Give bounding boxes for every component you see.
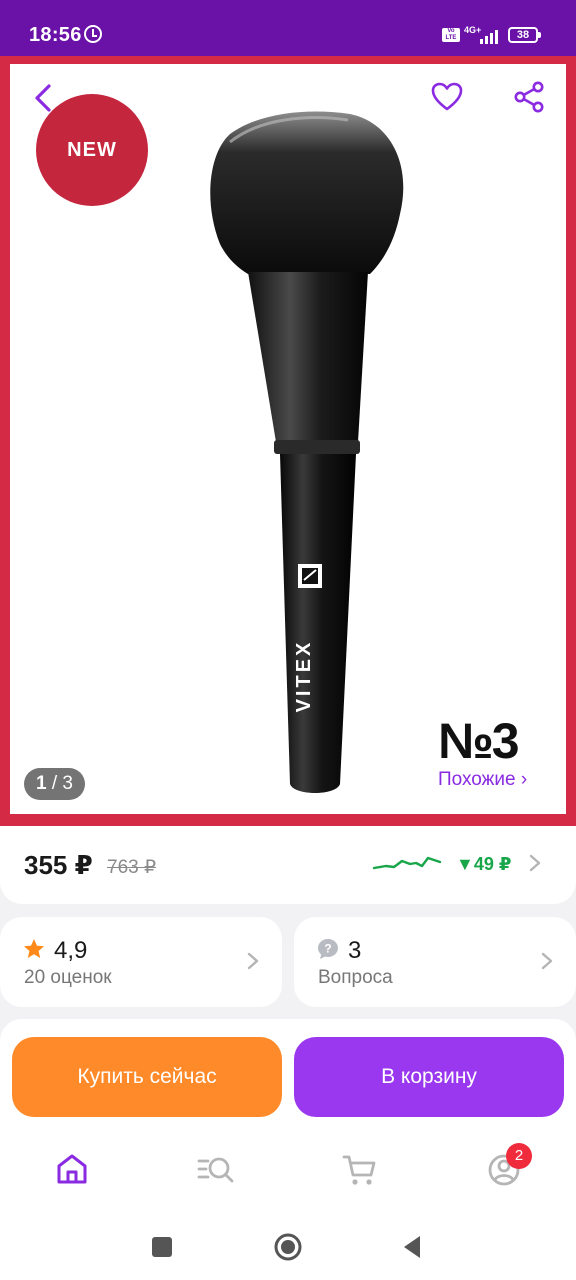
question-bubble-icon: ? <box>318 939 338 959</box>
questions-label: Вопроса <box>318 967 393 988</box>
price-drop: ▼49 ₽ <box>456 854 512 874</box>
counter-separator: / <box>51 773 58 794</box>
back-system-icon[interactable] <box>396 1231 428 1263</box>
alarm-icon <box>84 25 102 43</box>
chevron-right-icon[interactable] <box>528 854 542 872</box>
similar-button[interactable]: Похожие › <box>426 760 540 800</box>
product-image[interactable]: NEW VITEX №3 1 / 3 Похожие › <box>10 64 566 814</box>
catalog-search-icon[interactable] <box>196 1149 236 1189</box>
questions-card[interactable]: ? 3 Вопроса <box>294 917 576 1007</box>
action-bar: Купить сейчас В корзину <box>0 1019 576 1125</box>
questions-count: 3 <box>348 937 362 964</box>
current-price: 355 ₽ <box>24 850 93 880</box>
chevron-right-icon <box>247 952 259 970</box>
price-history-chart-icon <box>372 856 442 870</box>
rating-card[interactable]: 4,9 20 оценок <box>0 917 282 1007</box>
share-icon[interactable] <box>512 80 546 114</box>
cart-icon[interactable] <box>340 1149 380 1189</box>
chevron-right-icon <box>541 952 553 970</box>
rating-value: 4,9 <box>54 937 88 964</box>
brand-label: VITEX <box>293 640 315 713</box>
status-time: 18:56 <box>29 24 82 46</box>
image-counter: 1 / 3 <box>24 768 85 800</box>
buy-now-button[interactable]: Купить сейчас <box>12 1037 282 1117</box>
home-system-icon[interactable] <box>272 1231 304 1263</box>
product-gallery[interactable]: NEW VITEX №3 1 / 3 Похожие › <box>0 56 576 826</box>
counter-current: 1 <box>36 773 47 794</box>
old-price: 763 ₽ <box>107 857 157 878</box>
heart-icon[interactable] <box>430 80 464 114</box>
price-card[interactable]: 355 ₽ 763 ₽ ▼49 ₽ <box>0 826 576 904</box>
rating-count: 20 оценок <box>24 967 112 988</box>
signal-icon <box>476 28 500 44</box>
star-icon <box>24 939 44 958</box>
battery-icon: 38 <box>508 27 541 43</box>
profile-notification-badge: 2 <box>506 1143 532 1169</box>
svg-text:?: ? <box>324 942 331 956</box>
back-icon[interactable] <box>28 82 60 114</box>
bottom-nav: 2 <box>0 1125 576 1215</box>
product-page: 18:56 Vo LTE 4G+ 38 NEW VITEX №3 1 / 3 П… <box>0 0 576 1280</box>
add-to-cart-button[interactable]: В корзину <box>294 1037 564 1117</box>
volte-icon: Vo LTE <box>442 28 460 42</box>
status-bar: 18:56 Vo LTE 4G+ 38 <box>0 0 576 56</box>
counter-total: 3 <box>62 773 73 794</box>
recents-icon[interactable] <box>146 1231 178 1263</box>
brush-illustration: VITEX <box>210 111 404 793</box>
home-icon[interactable] <box>52 1149 92 1189</box>
system-nav-bar <box>0 1215 576 1280</box>
